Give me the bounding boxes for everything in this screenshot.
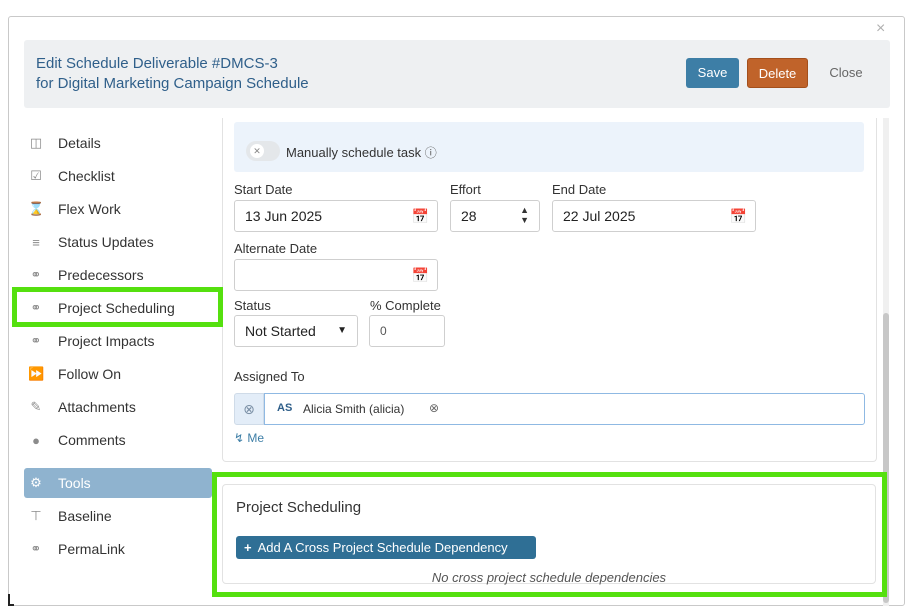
close-button[interactable]: Close: [820, 58, 872, 88]
comments-icon: ●: [32, 432, 40, 448]
effort-value: 28: [461, 208, 477, 224]
effort-label: Effort: [450, 182, 481, 197]
sidebar-item-project-scheduling[interactable]: ⚭ Project Scheduling: [24, 293, 212, 323]
alternate-date-label: Alternate Date: [234, 241, 318, 256]
sidebar-item-label: Details: [58, 135, 101, 151]
sidebar-item-permalink[interactable]: ⚭ PermaLink: [24, 534, 212, 564]
close-icon[interactable]: ×: [876, 21, 890, 37]
sidebar-item-checklist[interactable]: ☑ Checklist: [24, 161, 212, 191]
sidebar-item-project-impacts[interactable]: ⚭ Project Impacts: [24, 326, 212, 356]
percent-complete-input[interactable]: 0: [369, 315, 445, 347]
caret-down-icon: ▼: [337, 325, 347, 336]
calendar-icon[interactable]: 📅: [412, 201, 429, 231]
sidebar-item-label: Predecessors: [58, 267, 144, 283]
sidebar-item-label: Project Impacts: [58, 333, 155, 349]
remove-assignee-icon[interactable]: ⊗: [429, 401, 439, 415]
start-date-value: 13 Jun 2025: [245, 208, 323, 224]
sidebar-item-baseline[interactable]: ⊤ Baseline: [24, 501, 212, 531]
stepper-icon[interactable]: ▲ ▼: [520, 205, 529, 225]
link-icon: ⚭: [30, 333, 42, 348]
delete-button[interactable]: Delete: [747, 58, 808, 88]
checkbox-icon: ☑: [30, 168, 42, 183]
project-scheduling-title: Project Scheduling: [236, 499, 362, 516]
link-icon: ⚭: [30, 267, 42, 282]
gear-icon: ⚙: [30, 475, 42, 490]
baseline-icon: ⊤: [30, 508, 42, 523]
alternate-date-input[interactable]: 📅: [234, 259, 438, 291]
clear-icon[interactable]: ⊗: [234, 393, 264, 425]
document-icon: ◫: [29, 135, 43, 150]
assigned-to-label: Assigned To: [234, 369, 305, 384]
paperclip-icon: ✎: [30, 399, 42, 414]
link-icon: ⚭: [30, 300, 42, 315]
dialog-title: Edit Schedule Deliverable #DMCS-3 for Di…: [36, 54, 309, 94]
end-date-label: End Date: [552, 182, 607, 197]
link-icon: ⚭: [30, 541, 42, 556]
percent-complete-value: 0: [380, 324, 387, 338]
sidebar-item-follow-on[interactable]: ⏩ Follow On: [24, 359, 212, 389]
effort-input[interactable]: 28 ▲ ▼: [450, 200, 540, 232]
assignee-name: Alicia Smith (alicia): [303, 402, 405, 416]
info-icon[interactable]: ⓘ: [425, 146, 437, 160]
manual-schedule-text: Manually schedule task: [286, 145, 422, 160]
sidebar-item-attachments[interactable]: ✎ Attachments: [24, 392, 212, 422]
manual-schedule-toggle[interactable]: ✕: [246, 141, 280, 161]
status-select[interactable]: Not Started ▼: [234, 315, 358, 347]
percent-complete-label: % Complete: [370, 298, 441, 313]
manual-schedule-label: Manually schedule task ⓘ: [286, 144, 437, 161]
calendar-icon[interactable]: 📅: [412, 260, 429, 290]
empty-dependencies-text: No cross project schedule dependencies: [431, 570, 667, 585]
start-date-input[interactable]: 13 Jun 2025 📅: [234, 200, 438, 232]
sidebar-item-details[interactable]: ◫ Details: [24, 128, 212, 158]
assignee-avatar: AS: [277, 402, 293, 414]
status-label: Status: [234, 298, 271, 313]
resize-corner: [8, 594, 14, 606]
sidebar-item-label: Attachments: [58, 399, 136, 415]
sidebar-item-label: Checklist: [58, 168, 115, 184]
sidebar-item-predecessors[interactable]: ⚭ Predecessors: [24, 260, 212, 290]
end-date-input[interactable]: 22 Jul 2025 📅: [552, 200, 756, 232]
end-date-value: 22 Jul 2025: [563, 208, 636, 224]
sidebar-item-label: Tools: [58, 475, 91, 491]
assigned-to-picker: ⊗ AS Alicia Smith (alicia) ⊗: [234, 393, 865, 425]
sidebar-item-flex-work[interactable]: ⌛ Flex Work: [24, 194, 212, 224]
sidebar-item-label: Status Updates: [58, 234, 154, 250]
lightning-icon: ↯: [234, 431, 245, 445]
assign-me-link[interactable]: ↯ Me: [234, 431, 264, 445]
title-line-1: Edit Schedule Deliverable #DMCS-3: [36, 55, 278, 72]
add-cross-project-dependency-button[interactable]: + Add A Cross Project Schedule Dependency: [236, 536, 536, 559]
list-icon: ≡: [32, 234, 40, 250]
assigned-to-input[interactable]: AS Alicia Smith (alicia) ⊗: [264, 393, 865, 425]
sidebar-item-label: Baseline: [58, 508, 112, 524]
save-button[interactable]: Save: [686, 58, 739, 88]
scrollbar-thumb[interactable]: [883, 313, 889, 603]
sidebar-item-label: Flex Work: [58, 201, 121, 217]
me-link-label: Me: [247, 431, 265, 445]
hourglass-icon: ⌛: [28, 201, 45, 216]
sidebar-item-label: Comments: [58, 432, 126, 448]
sidebar-item-status-updates[interactable]: ≡ Status Updates: [24, 227, 212, 257]
title-line-2: for Digital Marketing Campaign Schedule: [36, 75, 309, 92]
sidebar-item-label: Project Scheduling: [58, 300, 175, 316]
sidebar-item-label: Follow On: [58, 366, 122, 382]
fast-forward-icon: ⏩: [28, 366, 45, 381]
start-date-label: Start Date: [234, 182, 293, 197]
sidebar-item-label: PermaLink: [58, 541, 125, 557]
calendar-icon[interactable]: 📅: [730, 201, 747, 231]
add-dependency-label: Add A Cross Project Schedule Dependency: [257, 540, 508, 555]
status-value: Not Started: [245, 323, 316, 339]
sidebar-item-tools[interactable]: ⚙ Tools: [24, 468, 212, 498]
sidebar-item-comments[interactable]: ● Comments: [24, 425, 212, 455]
toggle-off-icon: ✕: [250, 144, 264, 158]
plus-icon: +: [244, 540, 252, 555]
